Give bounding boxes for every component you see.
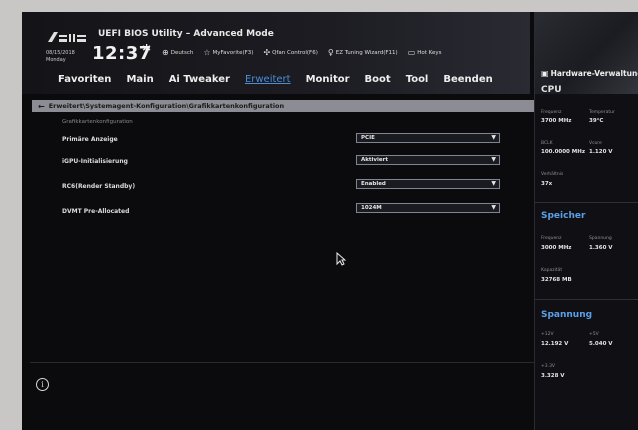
cpu-temperature-label: Temperatur bbox=[589, 110, 615, 115]
header-bar: UEFI BIOS Utility – Advanced Mode 08/15/… bbox=[22, 12, 530, 94]
primary-display-select[interactable]: PCIE ▼ bbox=[356, 133, 500, 143]
igpu-init-value: Aktiviert bbox=[361, 157, 388, 163]
dvmt-select[interactable]: 1024M ▼ bbox=[356, 203, 500, 213]
setting-label-primary-display: Primäre Anzeige bbox=[62, 136, 118, 143]
tab-favoriten[interactable]: Favoriten bbox=[58, 74, 111, 85]
igpu-init-select[interactable]: Aktiviert ▼ bbox=[356, 155, 500, 165]
clock-settings-icon[interactable]: ✲ bbox=[142, 42, 151, 55]
capacity-label: Kapazität bbox=[541, 268, 563, 273]
qfan-control-label: Qfan Control(F6) bbox=[272, 50, 318, 56]
v5-label: +5V bbox=[589, 332, 599, 337]
main-menu: Favoriten Main Ai Tweaker Erweitert Moni… bbox=[58, 74, 493, 85]
rc6-value: Enabled bbox=[361, 181, 386, 187]
hotkey-icon: ▭ bbox=[407, 48, 416, 57]
divider bbox=[535, 299, 638, 300]
bclk-label: BCLK bbox=[541, 141, 553, 146]
hot-keys-button[interactable]: ▭ Hot Keys bbox=[408, 49, 442, 57]
cpu-frequency-value: 3700 MHz bbox=[541, 118, 572, 124]
setting-label-dvmt: DVMT Pre-Allocated bbox=[62, 208, 130, 215]
setting-label-rc6: RC6(Render Standby) bbox=[62, 183, 136, 190]
cpu-frequency-label: Frequenz bbox=[541, 110, 562, 115]
cpu-heading: CPU bbox=[541, 85, 562, 95]
mem-voltage-value: 1.360 V bbox=[589, 245, 613, 251]
tab-boot[interactable]: Boot bbox=[365, 74, 391, 85]
tab-erweitert[interactable]: Erweitert bbox=[245, 74, 291, 85]
dvmt-value: 1024M bbox=[361, 205, 382, 211]
vcore-value: 1.120 V bbox=[589, 149, 613, 155]
myfavorite-button[interactable]: ☆ MyFavorite(F3) bbox=[203, 49, 253, 57]
ratio-label: Verhältnis bbox=[541, 172, 564, 177]
globe-icon: ⊕ bbox=[162, 48, 169, 57]
tab-beenden[interactable]: Beenden bbox=[443, 74, 492, 85]
monitor-icon: ▣ bbox=[541, 69, 549, 78]
v33-value: 3.328 V bbox=[541, 373, 565, 379]
breadcrumb[interactable]: ← Erweitert\Systemagent-Konfiguration\Gr… bbox=[32, 100, 534, 112]
chevron-down-icon: ▼ bbox=[491, 134, 496, 141]
app-title: UEFI BIOS Utility – Advanced Mode bbox=[98, 29, 274, 39]
breadcrumb-path: Erweitert\Systemagent-Konfiguration\Graf… bbox=[48, 102, 285, 110]
weekday-text: Monday bbox=[46, 57, 66, 63]
ez-tuning-wizard-button[interactable]: ♀ EZ Tuning Wizard(F11) bbox=[328, 49, 398, 57]
ratio-value: 37x bbox=[541, 181, 553, 187]
v5-value: 5.040 V bbox=[589, 341, 613, 347]
language-button[interactable]: ⊕ Deutsch bbox=[162, 49, 193, 57]
fan-icon: ✣ bbox=[263, 48, 271, 57]
hw-panel-header bbox=[535, 12, 638, 94]
back-arrow-icon[interactable]: ← bbox=[38, 102, 45, 111]
v12-value: 12.192 V bbox=[541, 341, 569, 347]
setting-label-igpu-init: iGPU-Initialisierung bbox=[62, 158, 128, 165]
section-header: Grafikkartenkonfiguration bbox=[62, 119, 133, 125]
tab-tool[interactable]: Tool bbox=[406, 74, 429, 85]
mem-frequency-value: 3000 MHz bbox=[541, 245, 572, 251]
tab-ai-tweaker[interactable]: Ai Tweaker bbox=[169, 74, 230, 85]
info-icon[interactable]: i bbox=[36, 378, 49, 391]
toolbar: ⊕ Deutsch ☆ MyFavorite(F3) ✣ Qfan Contro… bbox=[162, 49, 442, 57]
tab-monitor[interactable]: Monitor bbox=[306, 74, 350, 85]
divider bbox=[535, 202, 638, 203]
language-label: Deutsch bbox=[170, 50, 194, 56]
myfavorite-label: MyFavorite(F3) bbox=[212, 50, 254, 56]
ez-tuning-wizard-label: EZ Tuning Wizard(F11) bbox=[335, 50, 398, 56]
hardware-monitor-panel: ▣ Hardware-Verwaltung CPU Frequenz Temper… bbox=[534, 12, 638, 430]
hot-keys-label: Hot Keys bbox=[417, 50, 442, 56]
asus-logo bbox=[48, 32, 86, 42]
chevron-down-icon: ▼ bbox=[491, 204, 496, 211]
primary-display-value: PCIE bbox=[361, 135, 375, 141]
v33-label: +3.3V bbox=[541, 364, 556, 369]
rc6-select[interactable]: Enabled ▼ bbox=[356, 179, 500, 189]
star-icon: ☆ bbox=[203, 48, 211, 57]
vcore-label: Vcore bbox=[589, 141, 602, 146]
memory-heading: Speicher bbox=[541, 211, 586, 221]
cpu-temperature-value: 39°C bbox=[589, 118, 604, 124]
hw-monitor-title: ▣ Hardware-Verwaltung bbox=[541, 69, 638, 78]
mem-frequency-label: Frequenz bbox=[541, 236, 562, 241]
chevron-down-icon: ▼ bbox=[491, 180, 496, 187]
capacity-value: 32768 MB bbox=[541, 277, 572, 283]
chevron-down-icon: ▼ bbox=[491, 156, 496, 163]
mouse-cursor-icon bbox=[336, 252, 346, 266]
bulb-icon: ♀ bbox=[327, 48, 334, 57]
bios-screen: UEFI BIOS Utility – Advanced Mode 08/15/… bbox=[22, 12, 638, 430]
v12-label: +12V bbox=[541, 332, 554, 337]
hw-monitor-title-text: Hardware-Verwaltung bbox=[550, 69, 638, 78]
mem-voltage-label: Spannung bbox=[589, 236, 612, 241]
bclk-value: 100.0000 MHz bbox=[541, 149, 586, 155]
divider bbox=[30, 362, 534, 363]
tab-main[interactable]: Main bbox=[126, 74, 153, 85]
qfan-control-button[interactable]: ✣ Qfan Control(F6) bbox=[263, 49, 317, 57]
voltage-heading: Spannung bbox=[541, 310, 593, 320]
date-text: 08/15/2018 bbox=[46, 50, 75, 56]
